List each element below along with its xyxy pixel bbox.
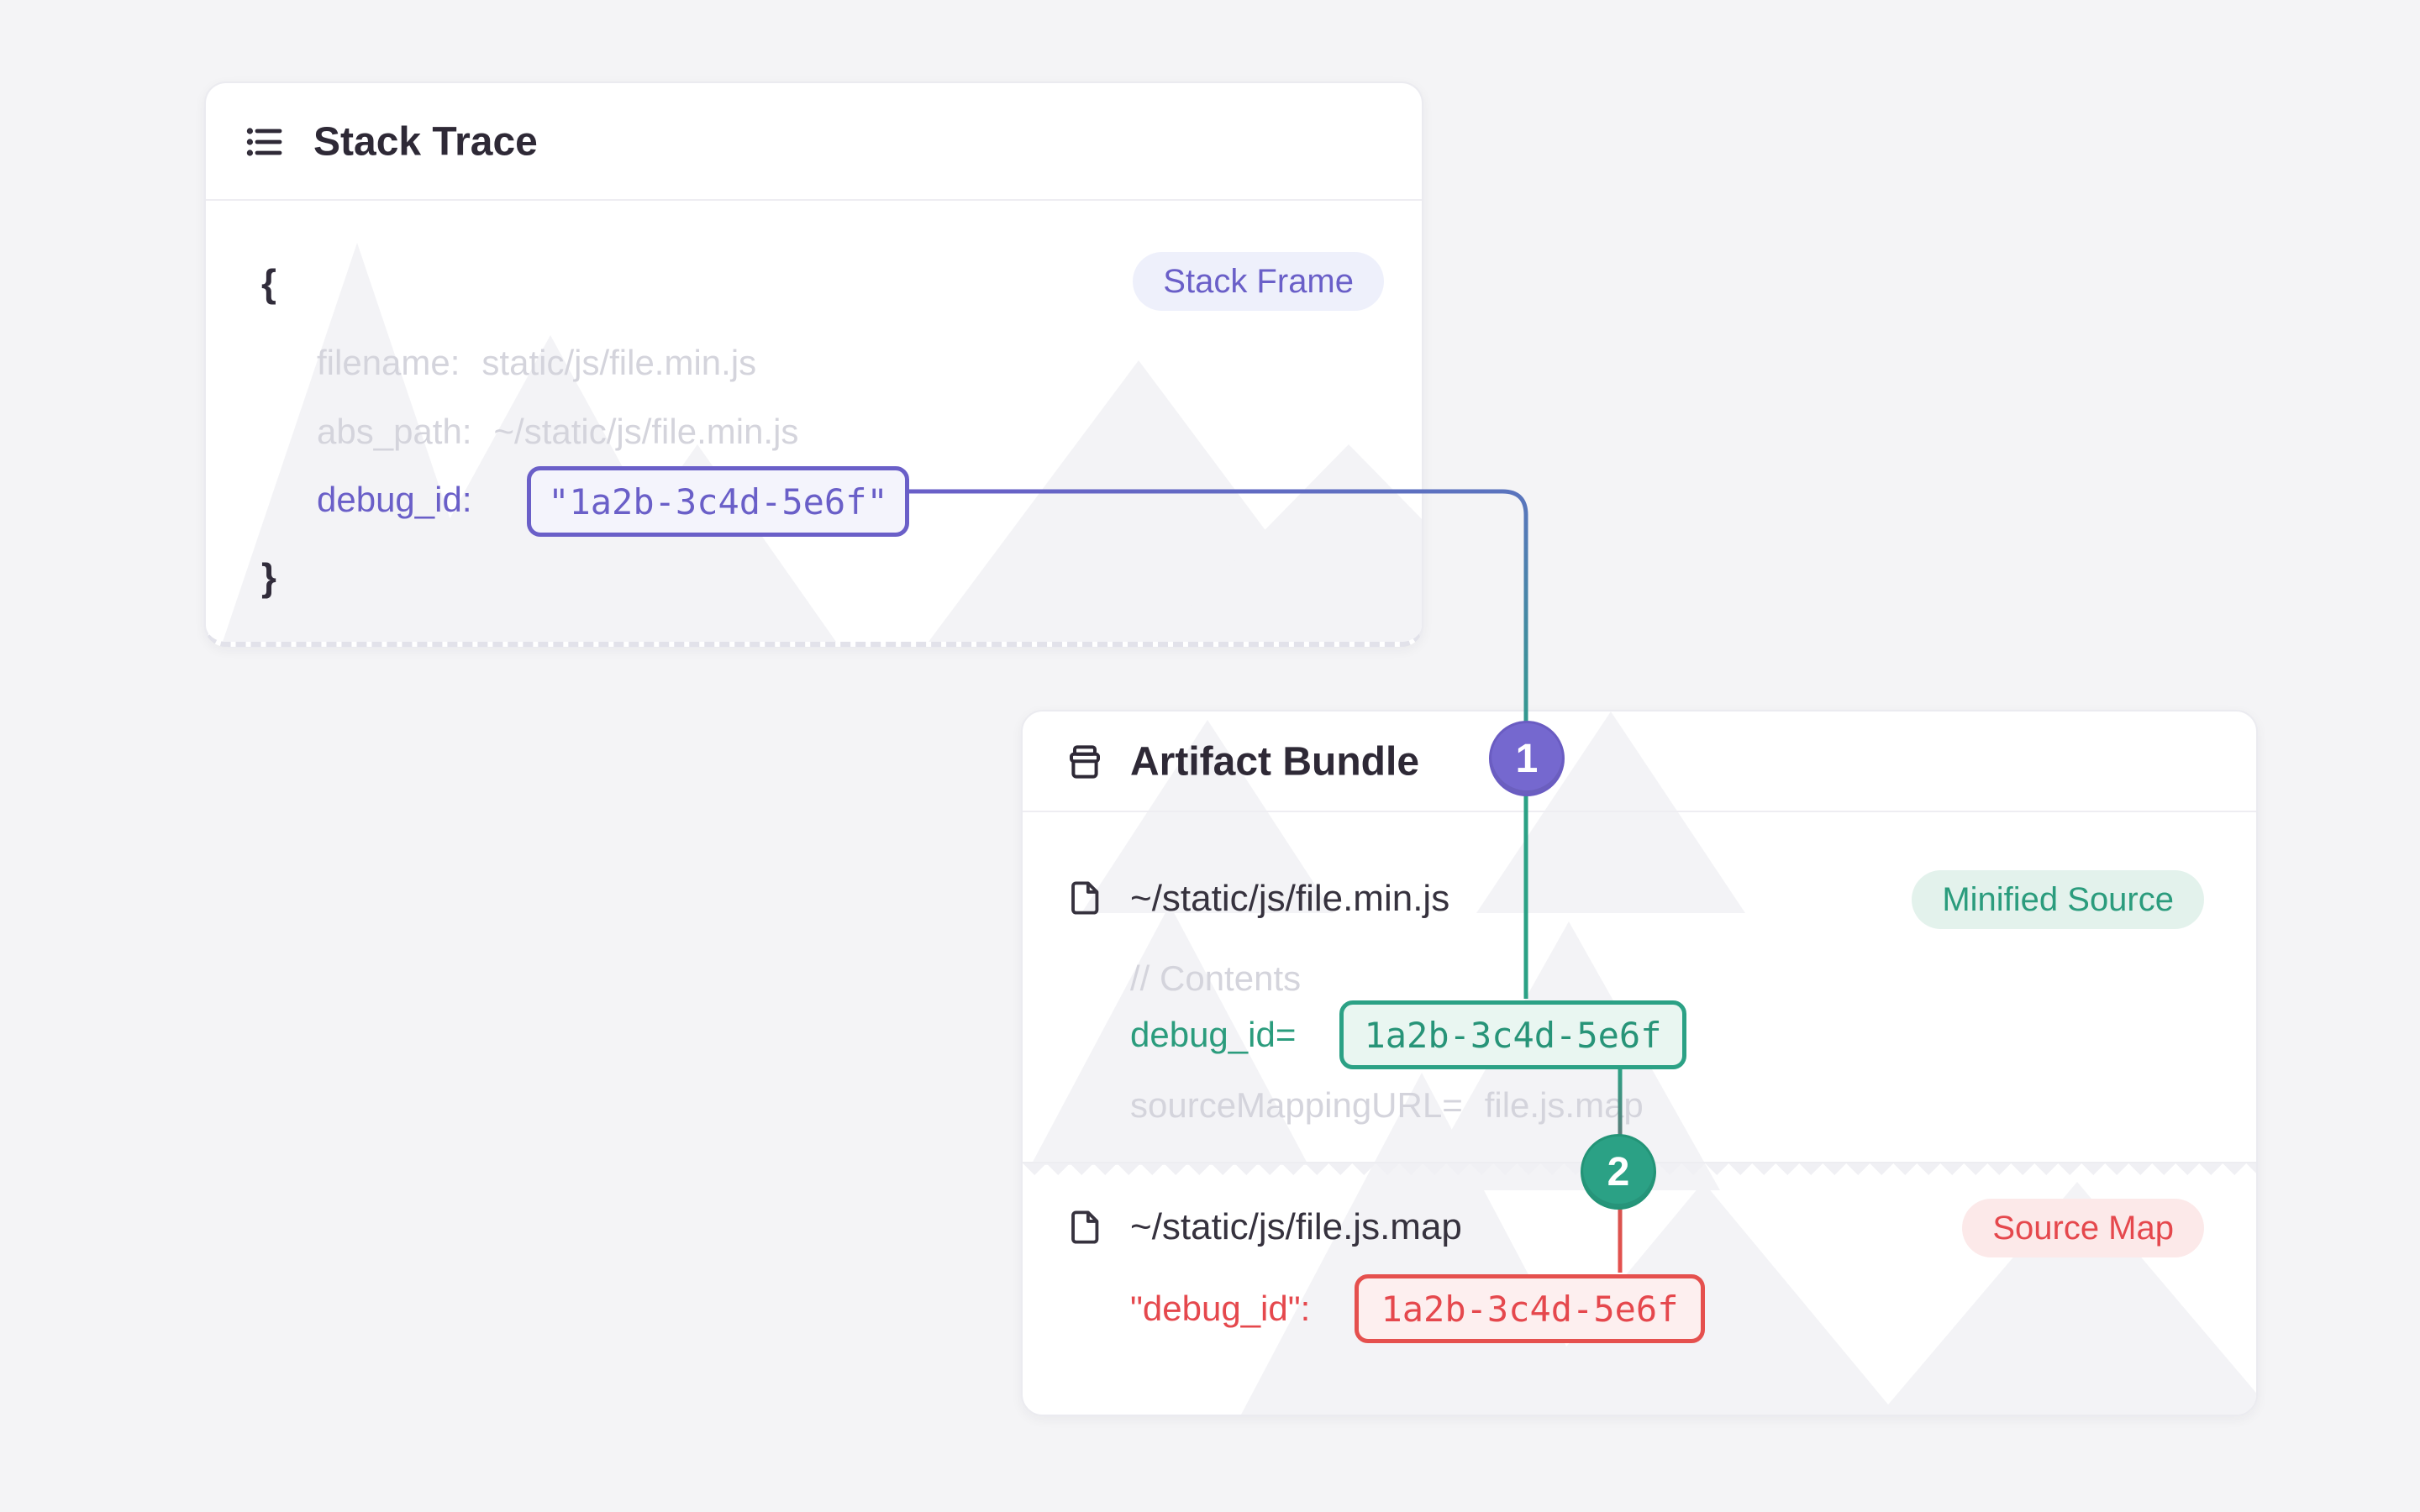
filename-value: static/js/file.min.js	[481, 343, 756, 383]
contents-comment-line: // Contents	[1130, 958, 1301, 999]
close-brace: }	[261, 554, 276, 600]
sourcemap-debug-id-line: "debug_id":	[1130, 1289, 1310, 1329]
debug-id-key: debug_id:	[317, 480, 472, 520]
diagram-canvas: Stack Trace Stack Frame { filename: stat…	[0, 0, 2420, 1512]
source-mapping-url-value: file.js.map	[1485, 1085, 1644, 1126]
bundle-debug-id-key: debug_id=	[1130, 1015, 1296, 1055]
step-1-marker: 1	[1489, 721, 1565, 796]
artifact-bundle-title: Artifact Bundle	[1130, 739, 1419, 785]
abs-path-value: ~/static/js/file.min.js	[494, 412, 799, 452]
debug-id-line: debug_id:	[317, 480, 472, 520]
step-2-marker: 2	[1581, 1134, 1656, 1210]
list-icon	[245, 122, 285, 162]
sourcemap-debug-id-box: 1a2b-3c4d-5e6f	[1355, 1274, 1705, 1343]
minified-file-path: ~/static/js/file.min.js	[1130, 878, 1449, 920]
bundle-debug-id-line: debug_id=	[1130, 1015, 1296, 1055]
artifact-bundle-card: Artifact Bundle ~/static/js/file.min.js …	[1021, 710, 2258, 1416]
source-map-badge: Source Map	[1962, 1199, 2204, 1257]
abs-path-line: abs_path: ~/static/js/file.min.js	[317, 412, 798, 452]
file-icon	[1066, 1208, 1105, 1247]
source-mapping-url-line: sourceMappingURL= file.js.map	[1130, 1085, 1644, 1126]
source-mapping-url-key: sourceMappingURL=	[1130, 1085, 1463, 1126]
stack-frame-badge: Stack Frame	[1133, 252, 1384, 311]
stack-trace-card: Stack Trace Stack Frame { filename: stat…	[204, 81, 1423, 647]
stack-trace-title: Stack Trace	[313, 119, 538, 165]
file-icon	[1066, 879, 1105, 917]
filename-line: filename: static/js/file.min.js	[317, 343, 756, 383]
stack-trace-debug-id-box: "1a2b-3c4d-5e6f"	[527, 466, 909, 537]
sourcemap-debug-id-key: "debug_id":	[1130, 1289, 1310, 1329]
filename-key: filename:	[317, 343, 460, 383]
archive-icon	[1065, 742, 1105, 782]
minified-source-badge: Minified Source	[1912, 870, 2204, 929]
bundle-debug-id-box: 1a2b-3c4d-5e6f	[1339, 1000, 1686, 1069]
sourcemap-file-path: ~/static/js/file.js.map	[1130, 1206, 1462, 1248]
open-brace: {	[261, 260, 276, 306]
contents-comment: // Contents	[1130, 958, 1301, 999]
abs-path-key: abs_path:	[317, 412, 472, 452]
